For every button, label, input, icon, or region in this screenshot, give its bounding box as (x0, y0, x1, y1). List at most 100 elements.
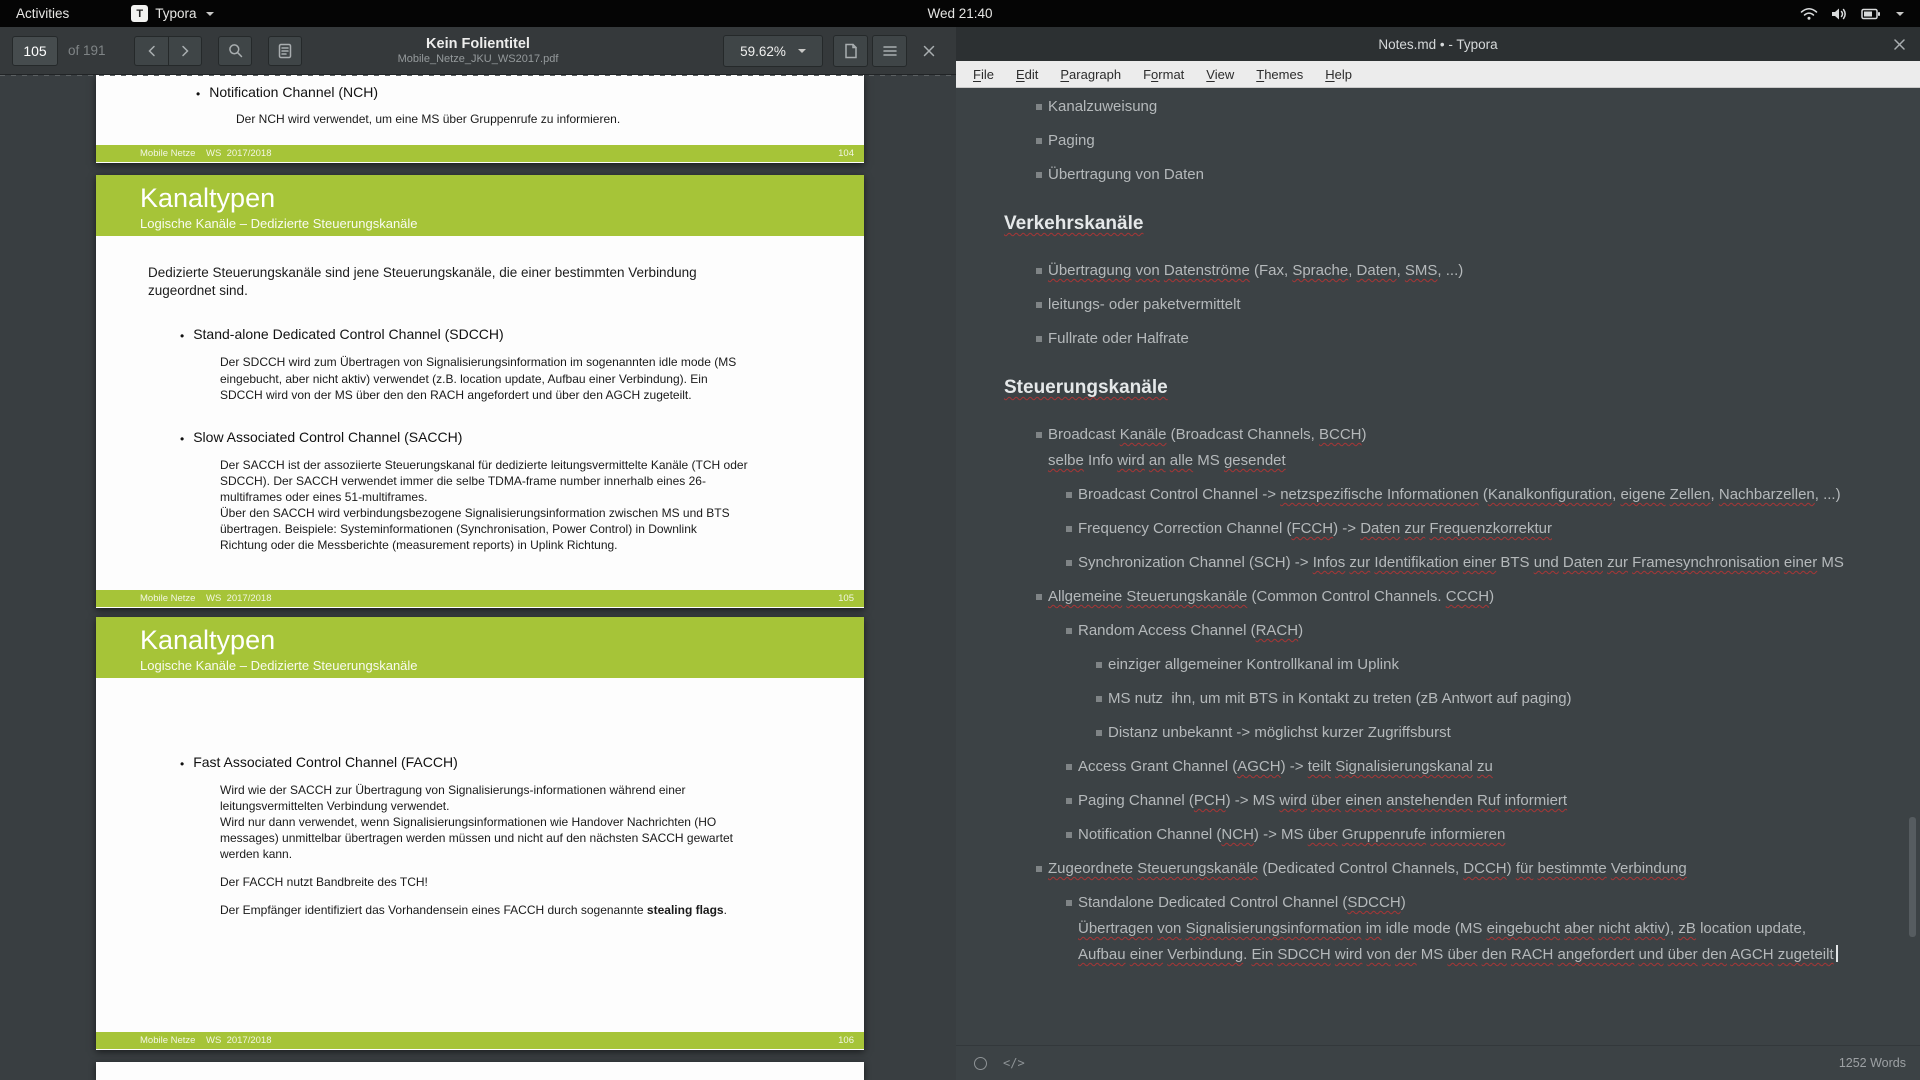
misspelled-word: PCH (1194, 792, 1226, 809)
editor-line[interactable]: Synchronization Channel (SCH) -> Infos z… (956, 552, 1894, 574)
menu-format[interactable]: Format (1132, 67, 1195, 82)
slide-paragraph: Der SDCCH wird zum Übertragen von Signal… (220, 354, 795, 402)
slide-footer: Mobile Netze WS 2017/2018106 (96, 1032, 864, 1049)
close-button[interactable] (1890, 35, 1908, 53)
misspelled-word: SMS (1405, 262, 1438, 279)
next-page-button[interactable] (168, 36, 202, 66)
slide-title: Kanaltypen (140, 184, 864, 213)
misspelled-word: Frequenzkorrektur (1429, 520, 1552, 537)
misspelled-word: aktiv (1634, 920, 1665, 937)
misspelled-word: und (1638, 946, 1663, 963)
editor-line[interactable]: Paging (956, 130, 1894, 152)
misspelled-word: bestimmte (1538, 860, 1607, 877)
previous-page-button[interactable] (134, 36, 168, 66)
slide-paragraph: Der FACCH nutzt Bandbreite des TCH! (220, 874, 795, 890)
editor-line[interactable]: Broadcast Control Channel -> netzspezifi… (956, 484, 1894, 506)
misspelled-word: Signalisierungskanal (1335, 758, 1473, 775)
menu-themes[interactable]: Themes (1245, 67, 1314, 82)
hamburger-icon (883, 45, 897, 57)
slide-paragraph: Dedizierte Steuerungskanäle sind jene St… (148, 264, 778, 300)
editor-heading[interactable]: Verkehrskanäle (956, 212, 1894, 236)
app-menu[interactable]: T Typora (131, 5, 213, 22)
editor-line[interactable]: leitungs- oder paketvermittelt (956, 294, 1894, 316)
annotations-button[interactable] (833, 35, 868, 67)
editor-line[interactable]: Zugeordnete Steuerungskanäle (Dedicated … (956, 858, 1894, 880)
typora-title-bar[interactable]: Notes.md • - Typora (956, 27, 1920, 61)
misspelled-word: nicht (1598, 920, 1630, 937)
page-number-input[interactable] (12, 36, 58, 66)
slide-footer: Mobile Netze WS 2017/2018105 (96, 590, 864, 607)
editor-line[interactable]: Distanz unbekannt -> möglichst kurzer Zu… (956, 722, 1894, 744)
misspelled-word: FCCH (1291, 520, 1333, 537)
misspelled-word: Verkehrskanäle (1004, 213, 1143, 234)
editor-line[interactable]: Aufbau einer Verbindung. Ein SDCCH wird … (956, 944, 1894, 966)
chevron-down-icon (206, 12, 214, 16)
misspelled-word: Daten (1360, 520, 1400, 537)
misspelled-word: Infos (1313, 554, 1346, 571)
misspelled-word: über (1668, 946, 1698, 963)
misspelled-word: Sprache (1292, 262, 1348, 279)
editor-line[interactable]: Allgemeine Steuerungskanäle (Common Cont… (956, 586, 1894, 608)
misspelled-word: der (1395, 946, 1417, 963)
clock[interactable]: Wed 21:40 (927, 6, 992, 21)
window-title: Notes.md • - Typora (1378, 37, 1497, 52)
editor-line[interactable]: Standalone Dedicated Control Channel (SD… (956, 892, 1894, 914)
editor-line[interactable]: Access Grant Channel (AGCH) -> teilt Sig… (956, 756, 1894, 778)
editor-line[interactable]: Random Access Channel (RACH) (956, 620, 1894, 642)
editor-line[interactable]: Notification Channel (NCH) -> MS über Gr… (956, 824, 1894, 846)
misspelled-word: zur (1607, 554, 1628, 571)
zoom-selector[interactable]: 59.62% (723, 35, 823, 67)
editor-line[interactable]: Frequency Correction Channel (FCCH) -> D… (956, 518, 1894, 540)
gnome-top-bar: Activities T Typora Wed 21:40 (0, 0, 1920, 27)
misspelled-word: Übertragen (1078, 920, 1153, 937)
menu-button[interactable] (872, 35, 907, 67)
activities-button[interactable]: Activities (16, 6, 69, 21)
slide-paragraph: Wird wie der SACCH zur Übertragung von S… (220, 782, 795, 862)
editor-line[interactable]: Übertragen von Signalisierungsinformatio… (956, 918, 1894, 940)
misspelled-word: zugeteilt (1778, 946, 1834, 963)
source-code-mode-icon[interactable]: </> (1003, 1056, 1025, 1070)
menu-paragraph[interactable]: Paragraph (1049, 67, 1132, 82)
editor-heading[interactable]: Steuerungskanäle (956, 376, 1894, 400)
editor-line[interactable]: Übertragung von Daten (956, 164, 1894, 186)
misspelled-word: einer (1130, 946, 1163, 963)
battery-icon (1861, 8, 1881, 20)
misspelled-word: von (1157, 920, 1181, 937)
misspelled-word: zB (1678, 920, 1696, 937)
misspelled-word: Informationen (1387, 486, 1479, 503)
editor-line[interactable]: einziger allgemeiner Kontrollkanal im Up… (956, 654, 1894, 676)
misspelled-word: gesendet (1224, 452, 1286, 469)
pdf-document-scroll-area[interactable]: Notification Channel (NCH)Der NCH wird v… (0, 75, 956, 1080)
editor-line[interactable]: MS nutz ihn, um mit BTS in Kontakt zu tr… (956, 688, 1894, 710)
misspelled-word: Signalisierungsinformation (1186, 920, 1362, 937)
close-button[interactable] (913, 35, 945, 67)
editor-line[interactable]: Kanalzuweisung (956, 96, 1894, 118)
typora-app-icon: T (131, 5, 148, 22)
misspelled-word: Daten (1357, 262, 1397, 279)
misspelled-word: Allgemeine (1048, 588, 1122, 605)
misspelled-word: einer (1463, 554, 1496, 571)
misspelled-word: CCCH (1446, 588, 1489, 605)
app-menu-label: Typora (155, 6, 196, 21)
editor-line[interactable]: Übertragung von Datenströme (Fax, Sprach… (956, 260, 1894, 282)
scrollbar-thumb[interactable] (1909, 817, 1916, 937)
menu-view[interactable]: View (1195, 67, 1245, 82)
typora-window: Notes.md • - Typora FileEditParagraphFor… (956, 27, 1920, 1080)
editor-line[interactable]: Paging Channel (PCH) -> MS wird über ein… (956, 790, 1894, 812)
page-total-label: of 191 (68, 43, 120, 58)
footer-course-label: Mobile Netze WS 2017/2018 (140, 1035, 272, 1046)
menu-help[interactable]: Help (1314, 67, 1363, 82)
misspelled-word: Steuerungskanäle (1004, 377, 1168, 398)
editor-line[interactable]: Broadcast Kanäle (Broadcast Channels, BC… (956, 424, 1894, 446)
editor-line[interactable]: selbe Info wird an alle MS gesendet (956, 450, 1894, 472)
menu-edit[interactable]: Edit (1005, 67, 1049, 82)
menu-file[interactable]: File (962, 67, 1005, 82)
system-tray[interactable] (1800, 7, 1904, 21)
misspelled-word: angefordert (1558, 946, 1635, 963)
bullet-icon (180, 429, 193, 445)
bullet-icon (180, 754, 193, 770)
editor-line[interactable]: Fullrate oder Halfrate (956, 328, 1894, 350)
focus-mode-icon[interactable] (974, 1057, 987, 1070)
search-button[interactable] (218, 36, 252, 66)
markdown-editor[interactable]: Kanalzuweisung Paging Übertragung von Date… (956, 88, 1920, 1045)
